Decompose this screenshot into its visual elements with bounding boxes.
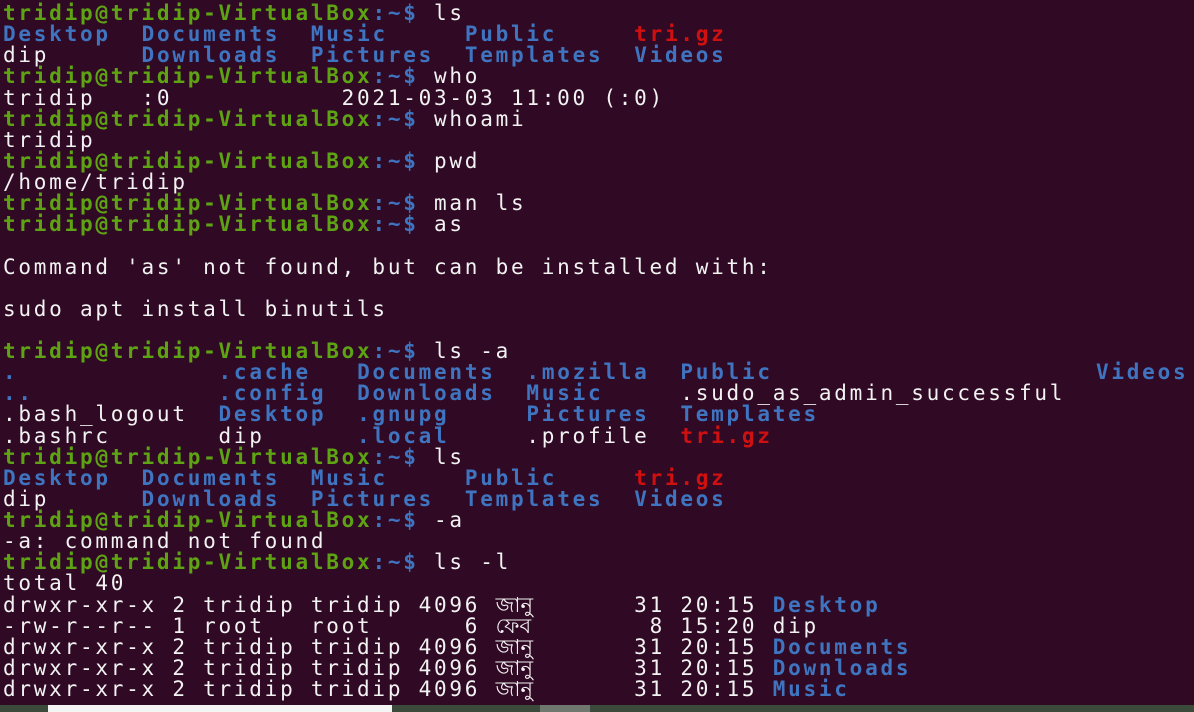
text: pwd [418,148,481,173]
terminal-line: tridip [3,129,1188,151]
terminal-line: .bashrc dip .local .profile tri.gz [3,423,1188,448]
terminal-line: dip Downloads Pictures Templates Videos [3,486,1188,511]
prompt-path: :~$ [372,508,419,532]
terminal-line: tridip@tridip-VirtualBox:~$ -a [3,508,1188,532]
terminal-line: tridip@tridip-VirtualBox:~$ ls -a [3,340,1188,362]
terminal-line: drwxr-xr-x 2 tridip tridip 4096 জানু 31 2… [3,634,1188,659]
terminal-line: tridip@tridip-VirtualBox:~$ whoami [3,106,1188,131]
terminal-line: tridip@tridip-VirtualBox:~$ ls -l [3,552,1188,573]
terminal-line: total 40 [3,573,1188,594]
month-label: জানু [495,655,533,680]
prompt-path: :~$ [372,148,419,173]
text: sudo apt install binutils [3,296,388,321]
directory-name: Videos [634,486,727,511]
terminal-line: Desktop Documents Music Public tri.gz [3,467,1188,489]
terminal-line: tridip@tridip-VirtualBox:~$ ls [3,2,1188,24]
terminal-line: drwxr-xr-x 2 tridip tridip 4096 জানু 31 2… [3,677,1188,701]
terminal-line: tridip@tridip-VirtualBox:~$ man ls [3,193,1188,214]
month-label: জানু [495,592,533,617]
text: drwxr-xr-x 2 tridip tridip 4096 [3,677,496,701]
month-label: জানু [495,677,533,701]
terminal-line: sudo apt install binutils [3,296,1188,321]
archive-file-name: tri.gz [680,423,773,448]
terminal-line: drwxr-xr-x 2 tridip tridip 4096 জানু 31 2… [3,592,1188,617]
text: whoami [418,106,527,131]
directory-name: Music [772,677,850,701]
terminal-output[interactable]: tridip@tridip-VirtualBox:~$ ls Desktop Do… [3,2,1188,701]
taskbar-strip [0,705,1194,712]
terminal-line: tridip@tridip-VirtualBox:~$ pwd [3,148,1188,173]
terminal-line: dip Downloads Pictures Templates Videos [3,45,1188,66]
text [603,487,634,511]
terminal-line: -rw-r--r-- 1 root root 6 ফেব 8 15:20 dip [3,613,1188,638]
prompt-path: :~$ [372,106,419,131]
terminal-line: drwxr-xr-x 2 tridip tridip 4096 জানু 31 2… [3,655,1188,680]
prompt-path: :~$ [372,550,419,575]
taskbar-window-item[interactable] [540,705,590,712]
terminal-line: Desktop Documents Music Public tri.gz [3,24,1188,45]
taskbar-window-item[interactable] [48,705,392,712]
directory-name: Templates [464,486,604,511]
terminal-line: tridip@tridip-VirtualBox:~$ as [3,214,1188,235]
text [603,43,634,67]
terminal-line: .. .config Downloads Music .sudo_as_admi… [3,383,1188,404]
terminal-line: .bash_logout Desktop .gnupg Pictures Tem… [3,404,1188,425]
text: 31 20:15 [634,677,773,701]
directory-name: Templates [464,43,604,68]
month-label: জানু [495,634,533,659]
text: .profile [526,423,681,448]
text: ls -l [418,550,511,575]
terminal-line: tridip :0 2021-03-03 11:00 (:0) [3,87,1188,109]
terminal-line: tridip@tridip-VirtualBox:~$ ls [3,446,1188,468]
text: as [418,212,465,237]
terminal-line: tridip@tridip-VirtualBox:~$ who [3,66,1188,87]
text: Command 'as' not found, but can be insta… [3,254,773,279]
directory-name: Videos [634,43,727,68]
prompt-path: :~$ [372,212,419,237]
terminal-line: -a: command not found [3,531,1188,552]
text: -a [418,508,465,532]
terminal-line: /home/tridip [3,171,1188,193]
month-label: ফেব [495,613,532,638]
terminal-line: Command 'as' not found, but can be insta… [3,254,1188,279]
prompt-user-host: tridip@tridip-VirtualBox [3,212,373,237]
directory-name: Videos [1096,360,1189,385]
terminal-line: . .cache Documents .mozilla Public Video… [3,362,1188,383]
